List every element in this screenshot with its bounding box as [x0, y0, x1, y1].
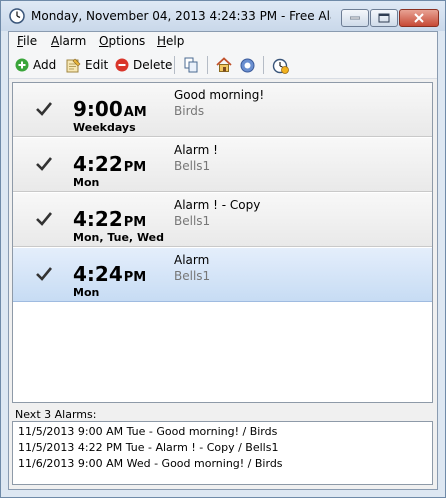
copy-button[interactable]	[184, 56, 203, 74]
alarm-days: Mon	[73, 176, 100, 189]
alarm-sound: Bells1	[174, 269, 211, 283]
alarm-list[interactable]: 9:00AM Weekdays Good morning! Birds 4:22…	[12, 82, 433, 403]
alarm-message: Good morning!	[174, 88, 265, 102]
checkbox-checked-icon[interactable]	[35, 100, 53, 118]
window-title: Monday, November 04, 2013 4:24:33 PM - F…	[31, 9, 331, 23]
delete-icon	[115, 58, 129, 72]
alarm-days: Mon, Tue, Wed	[73, 231, 165, 244]
help-icon	[240, 58, 255, 72]
menu-alarm[interactable]: Alarm	[51, 34, 86, 48]
next-alarm-item: 11/5/2013 4:22 PM Tue - Alarm ! - Copy /…	[18, 441, 279, 454]
add-button[interactable]: Add	[15, 56, 56, 74]
add-icon	[15, 58, 29, 72]
alarm-sound: Bells1	[174, 159, 211, 173]
client-area: File Alarm Options Help Add Edit Delete	[8, 31, 438, 490]
alarm-sound: Birds	[174, 104, 205, 118]
delete-label: Delete	[133, 58, 173, 72]
menu-help[interactable]: Help	[157, 34, 184, 48]
edit-label: Edit	[85, 58, 109, 72]
next-alarm-item: 11/5/2013 9:00 AM Tue - Good morning! / …	[18, 425, 278, 438]
close-icon	[414, 13, 424, 23]
add-label: Add	[33, 58, 57, 72]
title-bar[interactable]: Monday, November 04, 2013 4:24:33 PM - F…	[1, 1, 445, 31]
alarm-time: 4:24PM	[73, 262, 147, 286]
maximize-button[interactable]	[370, 9, 398, 27]
home-button[interactable]	[216, 56, 236, 74]
alarm-row-selected[interactable]: 4:24PM Mon Alarm Bells1	[13, 248, 432, 302]
alarm-row[interactable]: 9:00AM Weekdays Good morning! Birds	[13, 83, 432, 137]
menu-file[interactable]: File	[17, 34, 37, 48]
alarm-message: Alarm	[174, 253, 210, 267]
checkbox-checked-icon[interactable]	[35, 155, 53, 173]
next-alarm-item: 11/6/2013 9:00 AM Wed - Good morning! / …	[18, 457, 283, 470]
edit-button[interactable]: Edit	[66, 56, 108, 74]
alarm-sound: Bells1	[174, 214, 211, 228]
alarm-time: 4:22PM	[73, 152, 147, 176]
help-button[interactable]	[240, 56, 259, 74]
checkbox-checked-icon[interactable]	[35, 265, 53, 283]
delete-button[interactable]: Delete	[115, 56, 172, 74]
alarm-settings-icon	[272, 58, 289, 74]
alarm-days: Weekdays	[73, 121, 136, 134]
minimize-icon	[350, 16, 360, 20]
alarm-time: 4:22PM	[73, 207, 147, 231]
next-alarms-label: Next 3 Alarms:	[15, 408, 97, 421]
close-button[interactable]	[399, 9, 439, 27]
alarm-days: Mon	[73, 286, 100, 299]
toolbar: Add Edit Delete	[9, 52, 437, 79]
toolbar-separator	[207, 56, 208, 74]
alarm-message: Alarm !	[174, 143, 218, 157]
next-alarms-box[interactable]: 11/5/2013 9:00 AM Tue - Good morning! / …	[12, 421, 433, 485]
clock-icon[interactable]	[9, 8, 25, 24]
edit-icon	[66, 58, 81, 72]
menu-bar: File Alarm Options Help	[9, 32, 437, 52]
alarm-row[interactable]: 4:22PM Mon Alarm ! Bells1	[13, 138, 432, 192]
alarm-time: 9:00AM	[73, 97, 147, 121]
maximize-icon	[378, 13, 390, 23]
app-window: Monday, November 04, 2013 4:24:33 PM - F…	[0, 0, 446, 498]
alarm-row[interactable]: 4:22PM Mon, Tue, Wed Alarm ! - Copy Bell…	[13, 193, 432, 247]
alarm-settings-button[interactable]	[272, 56, 293, 74]
home-icon	[216, 57, 232, 72]
toolbar-separator	[263, 56, 264, 74]
alarm-message: Alarm ! - Copy	[174, 198, 261, 212]
minimize-button[interactable]	[341, 9, 369, 27]
copy-icon	[184, 57, 198, 73]
checkbox-checked-icon[interactable]	[35, 210, 53, 228]
toolbar-separator	[174, 56, 175, 74]
menu-options[interactable]: Options	[99, 34, 145, 48]
